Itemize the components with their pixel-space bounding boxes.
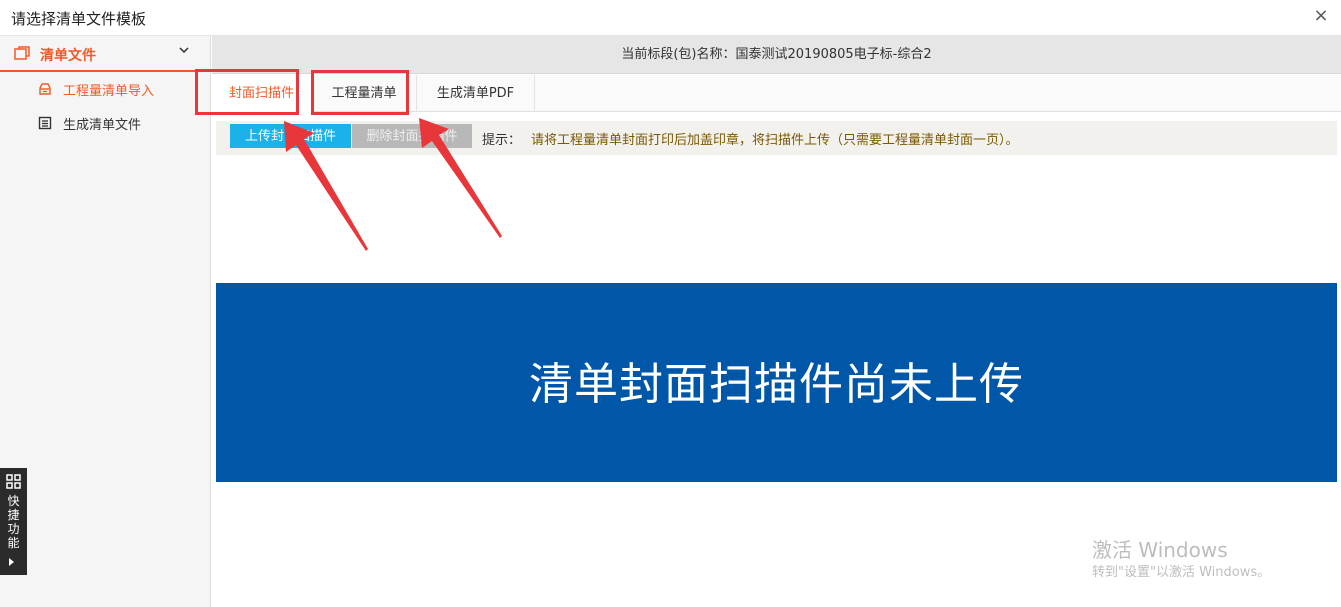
import-icon <box>39 83 51 95</box>
hint-text: 请将工程量清单封面打印后加盖印章，将扫描件上传（只需要工程量清单封面一页）。 <box>531 133 1019 148</box>
tab-cover-scan[interactable]: 封面扫描件 <box>212 75 312 112</box>
sidebar-item-label: 工程量清单导入 <box>63 84 155 99</box>
dialog-window: 请选择清单文件模板 × 清单文件 工程量清单导入 生成清单文件 快捷功能 当前标… <box>0 0 1341 607</box>
tab-bar: 封面扫描件 工程量清单 生成清单PDF <box>212 75 1341 112</box>
sidebar: 清单文件 工程量清单导入 生成清单文件 <box>0 36 211 607</box>
sidebar-item-bill-import[interactable]: 工程量清单导入 <box>0 74 210 104</box>
section-info-bar: 当前标段(包)名称：国泰测试20190805电子标-综合2 <box>212 36 1341 74</box>
list-file-icon <box>38 116 52 130</box>
sidebar-item-generate-file[interactable]: 生成清单文件 <box>0 108 210 138</box>
main-panel: 当前标段(包)名称：国泰测试20190805电子标-综合2 封面扫描件 工程量清… <box>212 36 1341 607</box>
folder-icon <box>14 46 30 60</box>
tab-bill-of-quantities[interactable]: 工程量清单 <box>312 75 417 112</box>
expand-arrow-icon <box>9 558 14 566</box>
close-icon[interactable]: × <box>1311 6 1331 26</box>
toolbar: 上传封面扫描件 删除封面扫描件 提示： 请将工程量清单封面打印后加盖印章，将扫描… <box>216 121 1337 155</box>
dialog-title: 请选择清单文件模板 <box>11 10 147 28</box>
quick-function-button[interactable]: 快捷功能 <box>0 468 27 575</box>
sidebar-header-list-files[interactable]: 清单文件 <box>0 36 210 72</box>
sidebar-item-label: 生成清单文件 <box>63 118 142 133</box>
hint-label: 提示： <box>482 133 522 148</box>
quick-function-label: 快捷功能 <box>7 494 20 550</box>
title-bar: 请选择清单文件模板 × <box>0 0 1341 36</box>
sidebar-header-label: 清单文件 <box>40 48 96 64</box>
banner-text: 清单封面扫描件尚未上传 <box>529 359 1024 410</box>
section-name: 当前标段(包)名称：国泰测试20190805电子标-综合2 <box>621 47 932 62</box>
activation-watermark-text: 转到"设置"以激活 Windows。 <box>1092 565 1271 580</box>
tab-generate-pdf[interactable]: 生成清单PDF <box>417 75 535 112</box>
upload-cover-button[interactable]: 上传封面扫描件 <box>230 124 351 148</box>
activation-watermark-title: 激活 Windows <box>1092 538 1228 562</box>
grid-icon <box>6 474 21 489</box>
chevron-down-icon[interactable] <box>178 44 190 60</box>
delete-cover-button[interactable]: 删除封面扫描件 <box>352 124 472 148</box>
upload-status-banner: 清单封面扫描件尚未上传 <box>216 283 1337 482</box>
